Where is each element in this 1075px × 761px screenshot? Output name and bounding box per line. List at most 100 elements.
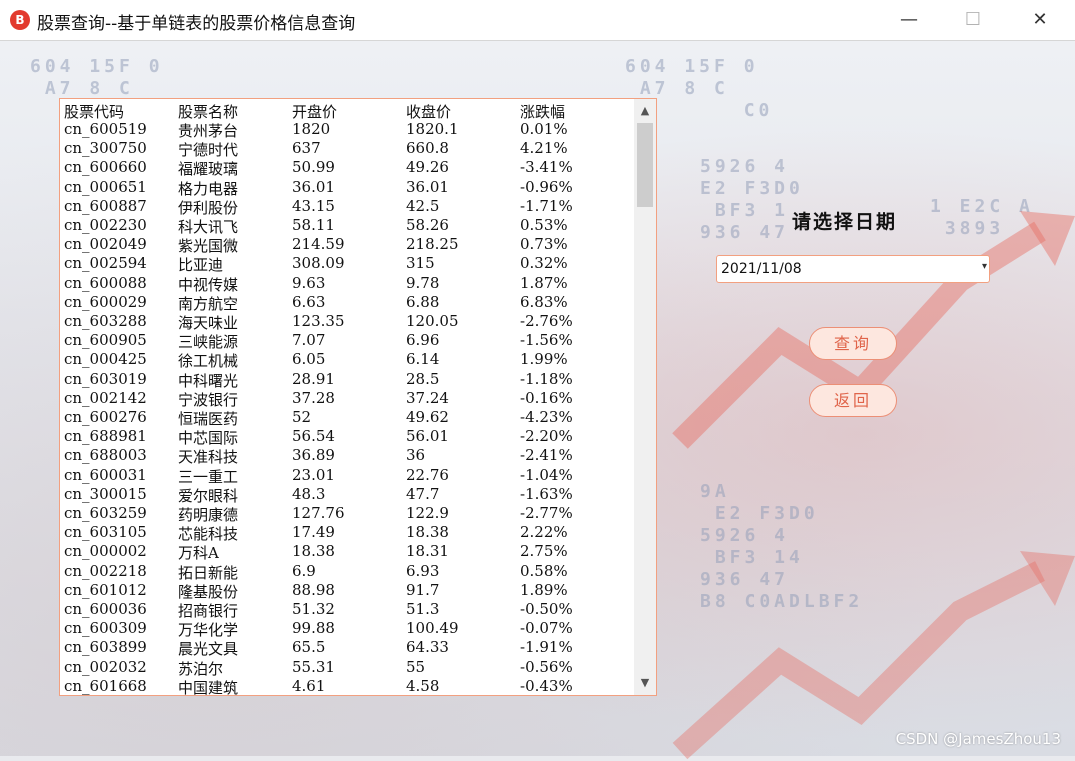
list-item[interactable]: cn_600029 南方航空 6.63 6.88 6.83% <box>64 293 634 313</box>
list-item[interactable]: cn_603288 海天味业 123.35 120.05 -2.76% <box>64 312 634 332</box>
date-label: 请选择日期 <box>792 211 898 233</box>
maximize-button[interactable]: ☐ <box>943 0 1003 40</box>
cell-close: 51.3 <box>406 600 440 618</box>
cell-change: -0.43% <box>520 676 573 695</box>
cell-name: 天准科技 <box>178 448 239 467</box>
list-item[interactable]: cn_601012 隆基股份 88.98 91.7 1.89% <box>64 580 634 601</box>
stock-list-box[interactable]: 股票代码 股票名称 开盘价 收盘价 涨跌幅 cn_600519 贵州茅台 1820 1… <box>59 98 657 696</box>
cell-code: cn_300750 <box>64 139 147 158</box>
list-item[interactable]: cn_002142 宁波银行 37.28 37.24 -0.16% <box>64 388 634 409</box>
cell-code: cn_002594 <box>64 254 147 273</box>
cell-code: cn_002230 <box>64 216 147 234</box>
cell-open: 637 <box>292 139 321 158</box>
cell-change: -2.76% <box>520 312 573 330</box>
cell-open: 37.28 <box>292 388 335 407</box>
cell-name: 宁德时代 <box>178 141 239 160</box>
minimize-button[interactable]: — <box>879 0 939 40</box>
list-item[interactable]: cn_600660 福耀玻璃 50.99 49.26 -3.41% <box>64 158 634 178</box>
cell-code: cn_600660 <box>64 158 147 177</box>
scroll-up-arrow-icon[interactable]: ▲ <box>634 101 656 121</box>
cell-close: 18.31 <box>406 542 449 561</box>
list-item[interactable]: cn_600887 伊利股份 43.15 42.5 -1.71% <box>64 196 634 217</box>
list-item[interactable]: cn_000651 格力电器 36.01 36.01 -0.96% <box>64 177 634 198</box>
date-picker[interactable]: 2021/11/08 ▾ <box>716 255 990 283</box>
cell-close: 122.9 <box>406 504 449 522</box>
cell-open: 99.88 <box>292 619 335 638</box>
cell-name: 中国建筑 <box>178 678 239 696</box>
cell-name: 南方航空 <box>178 294 239 313</box>
back-button[interactable]: 返回 <box>809 384 897 417</box>
cell-name: 爱尔眼科 <box>178 486 239 505</box>
list-item[interactable]: cn_601668 中国建筑 4.61 4.58 -0.43% <box>64 676 634 696</box>
list-item[interactable]: cn_600905 三峡能源 7.07 6.96 -1.56% <box>64 331 634 351</box>
list-item[interactable]: cn_600088 中视传媒 9.63 9.78 1.87% <box>64 273 634 294</box>
cell-change: 4.21% <box>520 139 568 158</box>
cell-open: 48.3 <box>292 484 326 503</box>
list-item[interactable]: cn_600309 万华化学 99.88 100.49 -0.07% <box>64 619 634 639</box>
cell-close: 56.01 <box>406 427 449 446</box>
list-item[interactable]: cn_000002 万科A 18.38 18.31 2.75% <box>64 542 634 563</box>
header-close: 收盘价 <box>406 103 452 121</box>
vertical-scrollbar[interactable]: ▲ ▼ <box>634 99 656 695</box>
cell-close: 9.78 <box>406 273 440 292</box>
list-item[interactable]: cn_603899 晨光文具 65.5 64.33 -1.91% <box>64 638 634 658</box>
cell-change: 1.89% <box>520 580 568 599</box>
list-item[interactable]: cn_002049 紫光国微 214.59 218.25 0.73% <box>64 235 634 255</box>
cell-open: 9.63 <box>292 273 326 292</box>
list-item[interactable]: cn_002594 比亚迪 308.09 315 0.32% <box>64 254 634 274</box>
cell-change: -3.41% <box>520 158 573 177</box>
cell-open: 308.09 <box>292 254 345 273</box>
background-trend-arrow <box>672 551 1075 760</box>
cell-code: cn_600887 <box>64 196 147 215</box>
close-button[interactable]: ✕ <box>1010 0 1070 40</box>
header-open: 开盘价 <box>292 103 338 121</box>
list-item[interactable]: cn_600519 贵州茅台 1820 1820.1 0.01% <box>64 120 634 140</box>
query-button[interactable]: 查询 <box>809 327 897 360</box>
cell-close: 315 <box>406 254 435 273</box>
list-item[interactable]: cn_688981 中芯国际 56.54 56.01 -2.20% <box>64 427 634 447</box>
list-item[interactable]: cn_600031 三一重工 23.01 22.76 -1.04% <box>64 465 634 486</box>
cell-open: 43.15 <box>292 196 335 215</box>
cell-change: -1.18% <box>520 369 573 388</box>
cell-code: cn_600036 <box>64 600 147 618</box>
list-item[interactable]: cn_603105 芯能科技 17.49 18.38 2.22% <box>64 523 634 544</box>
cell-change: -1.91% <box>520 638 573 657</box>
cell-name: 三一重工 <box>178 467 239 486</box>
cell-name: 芯能科技 <box>178 525 239 544</box>
app-logo-icon: B <box>10 10 30 30</box>
cell-change: -0.96% <box>520 177 573 196</box>
list-item[interactable]: cn_300015 爱尔眼科 48.3 47.7 -1.63% <box>64 484 634 505</box>
list-item[interactable]: cn_300750 宁德时代 637 660.8 4.21% <box>64 139 634 160</box>
cell-change: -1.63% <box>520 484 573 503</box>
list-item[interactable]: cn_688003 天准科技 36.89 36 -2.41% <box>64 446 634 467</box>
list-item[interactable]: cn_002032 苏泊尔 55.31 55 -0.56% <box>64 657 634 678</box>
cell-name: 徐工机械 <box>178 352 239 371</box>
dropdown-arrow-icon[interactable]: ▾ <box>982 261 987 272</box>
cell-code: cn_688003 <box>64 446 147 465</box>
list-item[interactable]: cn_002218 拓日新能 6.9 6.93 0.58% <box>64 562 634 582</box>
list-item[interactable]: cn_002230 科大讯飞 58.11 58.26 0.53% <box>64 216 634 236</box>
list-item[interactable]: cn_600036 招商银行 51.32 51.3 -0.50% <box>64 600 634 620</box>
cell-code: cn_600276 <box>64 408 147 426</box>
cell-change: -0.56% <box>520 657 573 676</box>
cell-close: 55 <box>406 657 426 676</box>
cell-code: cn_688981 <box>64 427 147 446</box>
list-item[interactable]: cn_603019 中科曙光 28.91 28.5 -1.18% <box>64 369 634 390</box>
cell-name: 药明康德 <box>178 506 239 524</box>
cell-open: 28.91 <box>292 369 335 388</box>
scroll-down-arrow-icon[interactable]: ▼ <box>634 673 656 693</box>
cell-close: 22.76 <box>406 465 449 484</box>
cell-change: 2.75% <box>520 542 568 561</box>
list-item[interactable]: cn_600276 恒瑞医药 52 49.62 -4.23% <box>64 408 634 428</box>
cell-name: 海天味业 <box>178 314 239 332</box>
cell-name: 恒瑞医药 <box>178 410 239 428</box>
list-item[interactable]: cn_000425 徐工机械 6.05 6.14 1.99% <box>64 350 634 371</box>
cell-code: cn_603899 <box>64 638 147 657</box>
cell-close: 91.7 <box>406 580 440 599</box>
cell-close: 36.01 <box>406 177 449 196</box>
cell-code: cn_002032 <box>64 657 147 676</box>
scroll-thumb[interactable] <box>637 123 653 207</box>
cell-name: 万科A <box>178 544 219 563</box>
cell-code: cn_300015 <box>64 484 147 503</box>
list-item[interactable]: cn_603259 药明康德 127.76 122.9 -2.77% <box>64 504 634 524</box>
